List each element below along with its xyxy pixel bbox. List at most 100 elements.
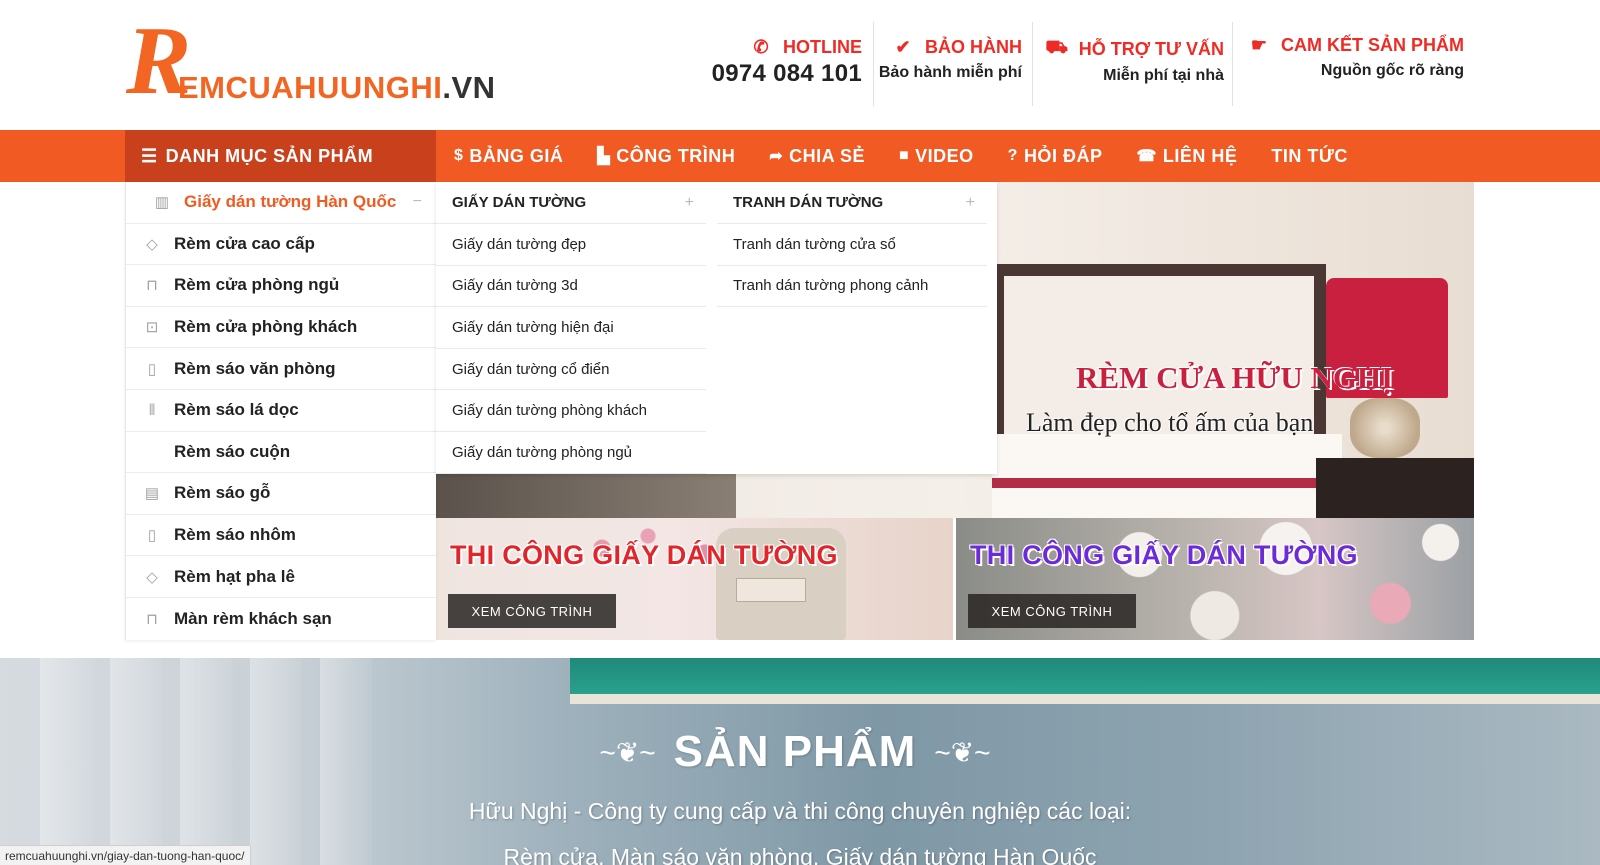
dropdown-link[interactable]: Giấy dán tường cổ điển [436,349,706,391]
category-item-rem-cua-phong-khach[interactable]: ⊡ Rèm cửa phòng khách [126,307,436,349]
nav-item-lien-he[interactable]: ☎ LIÊN HỆ [1136,146,1237,167]
products-description: Hữu Nghị - Công ty cung cấp và thi công … [468,798,1132,824]
consult-sub: Miễn phí tại nhà [1103,67,1224,84]
hero-lamp-base [1350,398,1420,458]
commitment-title: CAM KẾT SẢN PHẨM [1281,35,1464,55]
products-title: SẢN PHẨM [673,727,917,776]
category-item-rem-sao-cuon[interactable]: Rèm sáo cuộn [126,432,436,474]
category-item-giay-dan-tuong-han-quoc[interactable]: ▥ Giấy dán tường Hàn Quốc − [126,182,436,224]
book-image [736,578,806,602]
blind-slat [180,658,232,865]
left-flourish-icon: ~❦~ [599,736,656,768]
mega-dropdown: GIẤY DÁN TƯỜNG + Giấy dán tường đẹp Giấy … [436,182,997,474]
warranty-sub: Bảo hành miễn phí [878,64,1022,81]
view-project-button[interactable]: XEM CÔNG TRÌNH [448,594,616,628]
dropdown-link[interactable]: Giấy dán tường hiện đại [436,307,706,349]
dollar-icon: $ [454,147,464,164]
site-header: R EMCUAHUUNGHI.VN ✆ HOTLINE 0974 084 101 … [0,0,1600,130]
blind-icon: ▯ [147,360,157,378]
promo-banner-1[interactable]: THI CÔNG GIẤY DÁN TƯỜNG XEM CÔNG TRÌNH [436,518,953,640]
hotline-block[interactable]: ✆ HOTLINE 0974 084 101 [700,22,862,106]
warranty-block: ✔ BẢO HÀNH Bảo hành miễn phí [876,22,1022,106]
nav-item-chia-se[interactable]: ➦ CHIA SẺ [769,146,865,167]
header-divider [873,22,874,106]
view-project-button[interactable]: XEM CÔNG TRÌNH [968,594,1136,628]
promo-banner-2[interactable]: THI CÔNG GIẤY DÁN TƯỜNG XEM CÔNG TRÌNH [956,518,1474,640]
dropdown-heading[interactable]: GIẤY DÁN TƯỜNG + [436,182,706,224]
phone-icon: ✆ [753,37,769,57]
products-heading: ~❦~ SẢN PHẨM ~❦~ [595,724,995,780]
nav-item-tin-tuc[interactable]: TIN TỨC [1271,146,1347,167]
products-section: ~❦~ SẢN PHẨM ~❦~ Hữu Nghị - Công ty cung… [0,658,1600,865]
share-icon: ➦ [769,148,784,165]
blind-slat [40,658,92,865]
nav-item-video[interactable]: ■ VIDEO [899,146,974,167]
category-item-rem-sao-go[interactable]: ▤ Rèm sáo gỗ [126,473,436,515]
hotline-number: 0974 084 101 [711,60,862,87]
collapse-icon[interactable]: − [413,193,422,211]
hero-subtitle: Làm đẹp cho tổ ấm của bạn [1026,408,1314,437]
category-sidebar: ▥ Giấy dán tường Hàn Quốc − ◇ Rèm cửa cao… [125,182,436,640]
curtain-valance [570,658,1600,694]
consult-title: HỖ TRỢ TƯ VẤN [1078,38,1224,59]
category-item-rem-hat-pha-le[interactable]: ◇ Rèm hạt pha lê [126,556,436,598]
nav-item-hoi-dap[interactable]: ? HỎI ĐÁP [1008,146,1103,167]
curtain-rail [570,694,1600,704]
expand-icon[interactable]: + [685,194,694,212]
wood-blind-icon: ▤ [144,485,160,503]
dropdown-column-giay-dan-tuong: GIẤY DÁN TƯỜNG + Giấy dán tường đẹp Giấy … [436,182,706,474]
contact-icon: ☎ [1136,148,1157,165]
dropdown-column-tranh-dan-tuong: TRANH DÁN TƯỜNG + Tranh dán tường cửa sổ … [717,182,987,308]
category-menu-toggle[interactable]: ☰ DANH MỤC SẢN PHẨM [125,130,436,182]
hotel-curtain-icon: ⊓ [146,610,158,628]
blind-slat [320,658,372,865]
dropdown-link[interactable]: Giấy dán tường phòng khách [436,390,706,432]
logo-text: EMCUAHUUNGHI.VN [178,70,496,105]
diamond-icon: ◇ [146,235,158,253]
hero-nightstand [1316,458,1474,518]
right-flourish-icon: ~❦~ [934,736,991,768]
dropdown-link[interactable]: Giấy dán tường đẹp [436,224,706,266]
category-item-rem-sao-nhom[interactable]: ▯ Rèm sáo nhôm [126,515,436,557]
promo-title: THI CÔNG GIẤY DÁN TƯỜNG [450,540,838,570]
hero-bed-stripe [992,478,1342,488]
main-navbar: ☰ DANH MỤC SẢN PHẨM $ BẢNG GIÁ ▙ CÔNG TRÌN… [0,130,1600,182]
category-item-rem-cua-cao-cap[interactable]: ◇ Rèm cửa cao cấp [126,224,436,266]
category-item-rem-sao-la-doc[interactable]: ⦀ Rèm sáo lá dọc [126,390,436,432]
category-item-rem-sao-van-phong[interactable]: ▯ Rèm sáo văn phòng [126,348,436,390]
truck-icon: ⛟ [1045,37,1069,57]
expand-icon[interactable]: + [966,194,975,212]
hotline-title: HOTLINE [783,37,862,57]
browser-status-bar: remcuahuunghi.vn/giay-dan-tuong-han-quoc… [0,845,251,865]
hero-chair-shadow [436,472,736,518]
consult-block: ⛟ HỖ TRỢ TƯ VẤN Miễn phí tại nhà [1036,22,1224,106]
header-divider [1232,22,1233,106]
category-menu-label: DANH MỤC SẢN PHẨM [165,145,374,166]
promo-title: THI CÔNG GIẤY DÁN TƯỜNG [970,540,1358,570]
nav-links: $ BẢNG GIÁ ▙ CÔNG TRÌNH ➦ CHIA SẺ ■ VIDEO ? H… [454,130,1382,182]
dropdown-link[interactable]: Tranh dán tường cửa sổ [717,224,987,266]
wallpaper-icon: ▥ [154,194,170,212]
warranty-title: BẢO HÀNH [925,37,1022,57]
dropdown-link[interactable]: Giấy dán tường phòng ngủ [436,432,706,474]
category-item-rem-cua-phong-ngu[interactable]: ⊓ Rèm cửa phòng ngủ [126,265,436,307]
handshake-icon: ☛ [1250,35,1268,55]
dropdown-link[interactable]: Tranh dán tường phong cảnh [717,266,987,308]
dropdown-heading[interactable]: TRANH DÁN TƯỜNG + [717,182,987,224]
dropdown-link[interactable]: Giấy dán tường 3d [436,266,706,308]
chart-icon: ▙ [597,148,611,165]
blind-slat [110,658,162,865]
nav-item-bang-gia[interactable]: $ BẢNG GIÁ [454,146,563,167]
crystal-icon: ◇ [146,568,158,586]
commitment-sub: Nguồn gốc rõ ràng [1320,62,1464,79]
hero-title: RÈM CỬA HỮU NGHỊ [1076,360,1394,395]
site-logo[interactable]: R EMCUAHUUNGHI.VN [126,12,506,110]
nav-item-cong-trinh[interactable]: ▙ CÔNG TRÌNH [597,146,735,167]
vertical-blind-icon: ⦀ [148,401,156,419]
commitment-block: ☛ CAM KẾT SẢN PHẨM Nguồn gốc rõ ràng [1236,22,1464,106]
list-icon: ☰ [141,145,158,166]
curtain-icon: ⊓ [146,277,158,295]
curtain-icon: ⊡ [145,319,159,337]
category-item-man-rem-khach-san[interactable]: ⊓ Màn rèm khách sạn [126,598,436,640]
header-divider [1032,22,1033,106]
